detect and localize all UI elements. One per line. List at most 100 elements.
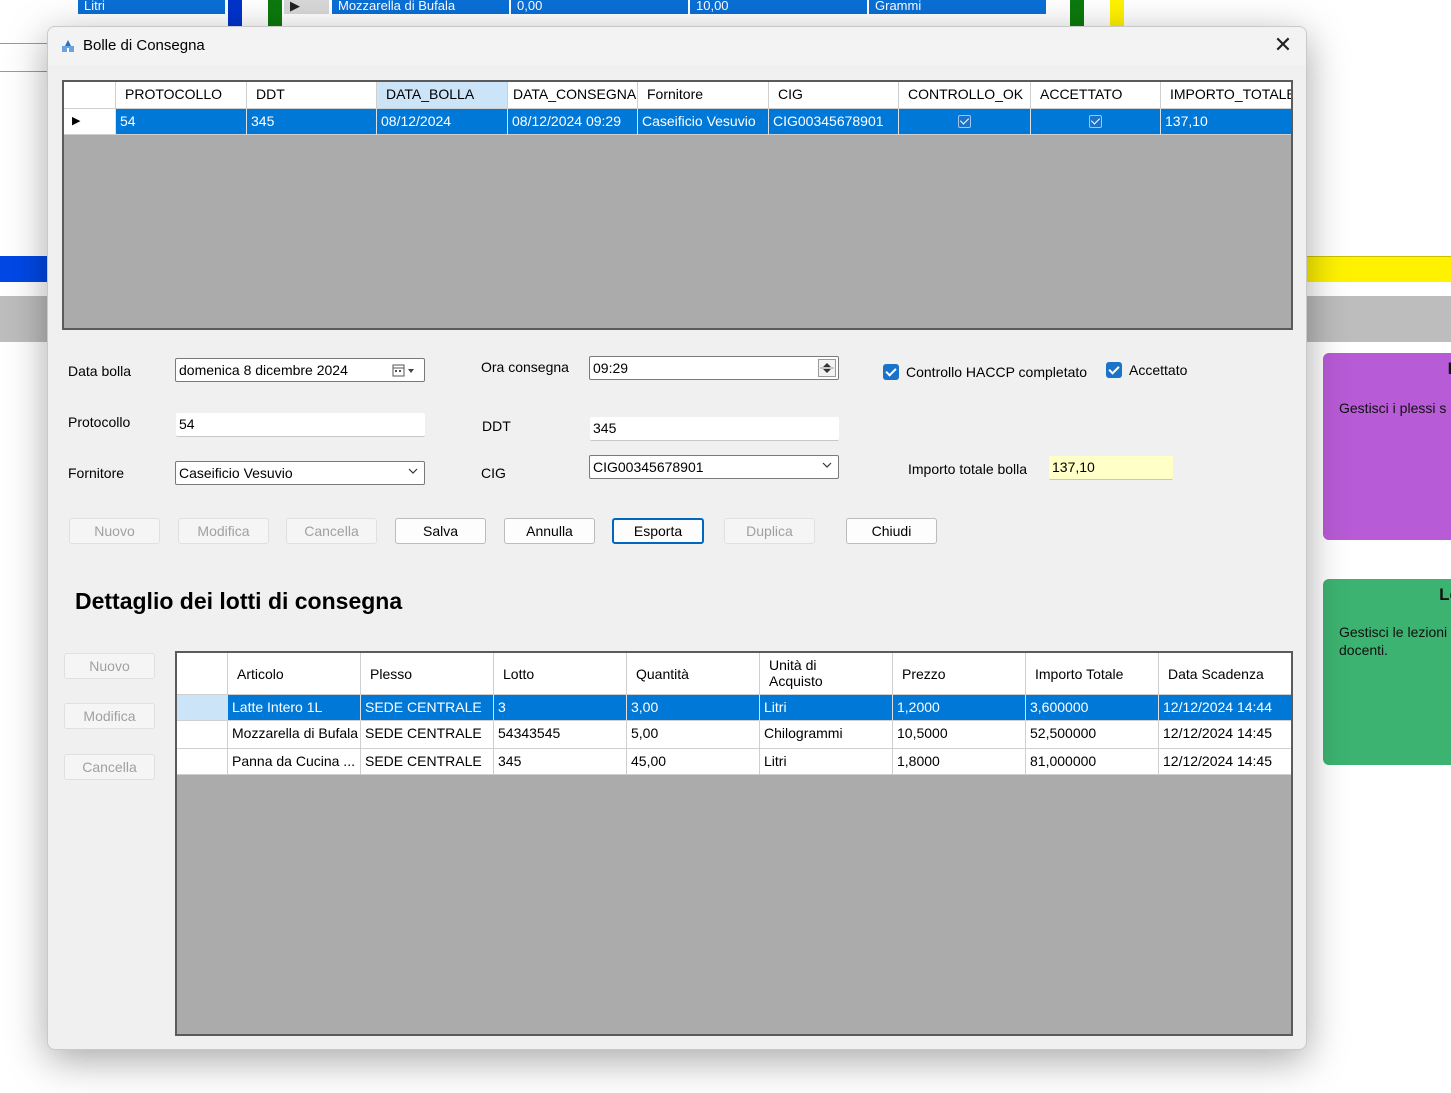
lotto-cancella-button[interactable]: Cancella	[64, 754, 155, 780]
col-header-articolo[interactable]: Articolo	[228, 653, 361, 695]
cell-controllo-ok[interactable]	[899, 109, 1031, 135]
cell-prezzo[interactable]: 1,2000	[893, 695, 1026, 721]
cell-prezzo[interactable]: 10,5000	[893, 721, 1026, 749]
dialog-title: Bolle di Consegna	[83, 37, 205, 54]
cell-fornitore[interactable]: Caseificio Vesuvio	[638, 109, 769, 135]
nuovo-button[interactable]: Nuovo	[69, 518, 160, 544]
cell-importo[interactable]: 81,000000	[1026, 749, 1159, 775]
ora-consegna-input[interactable]: 09:29	[589, 356, 839, 380]
dialog-titlebar[interactable]: Bolle di Consegna ✕	[48, 27, 1306, 65]
col-header-cig[interactable]: CIG	[769, 82, 899, 109]
lotto-modifica-button[interactable]: Modifica	[64, 703, 155, 729]
col-header-data-scadenza[interactable]: Data Scadenza	[1159, 653, 1291, 695]
col-header-unita-acquisto[interactable]: Unità di Acquisto	[760, 653, 893, 695]
row-indicator-icon[interactable]: ▶	[64, 109, 116, 135]
cell-unita[interactable]: Litri	[760, 749, 893, 775]
col-header-ddt[interactable]: DDT	[247, 82, 377, 109]
cell-importo[interactable]: 52,500000	[1026, 721, 1159, 749]
cell-scadenza[interactable]: 12/12/2024 14:45	[1159, 721, 1291, 749]
cell-lotto[interactable]: 345	[494, 749, 627, 775]
cell-lotto[interactable]: 54343545	[494, 721, 627, 749]
cell-plesso[interactable]: SEDE CENTRALE	[361, 695, 494, 721]
cell-articolo[interactable]: Mozzarella di Bufala	[228, 721, 361, 749]
bolle-grid[interactable]: PROTOCOLLO DDT DATA_BOLLA DATA_CONSEGNA …	[62, 80, 1293, 330]
cell-unita[interactable]: Chilogrammi	[760, 721, 893, 749]
cell-plesso[interactable]: SEDE CENTRALE	[361, 749, 494, 775]
cell-protocollo[interactable]: 54	[116, 109, 247, 135]
cell-importo-totale[interactable]: 137,10	[1161, 109, 1291, 135]
col-header-plesso[interactable]: Plesso	[361, 653, 494, 695]
row-header[interactable]	[177, 749, 228, 775]
data-bolla-value: domenica 8 dicembre 2024	[179, 362, 348, 378]
tile-plessi[interactable]: P Gestisci i plessi sc	[1323, 353, 1451, 540]
salva-button[interactable]: Salva	[395, 518, 486, 544]
protocollo-label: Protocollo	[68, 414, 131, 430]
time-spinner[interactable]	[818, 359, 836, 377]
cell-accettato[interactable]	[1031, 109, 1161, 135]
haccp-checkbox[interactable]	[883, 364, 899, 380]
accettato-checkbox[interactable]	[1106, 362, 1122, 378]
fornitore-value: Caseificio Vesuvio	[179, 465, 293, 481]
lotti-grid[interactable]: Articolo Plesso Lotto Quantità Unità di …	[175, 651, 1293, 1036]
checkbox-checked-icon[interactable]	[1089, 115, 1102, 128]
row-header[interactable]	[177, 721, 228, 749]
protocollo-input[interactable]: 54	[176, 413, 425, 437]
chevron-down-icon[interactable]	[408, 466, 418, 476]
col-header-data-bolla[interactable]: DATA_BOLLA	[377, 82, 508, 109]
annulla-button[interactable]: Annulla	[504, 518, 595, 544]
accettato-label[interactable]: Accettato	[1129, 362, 1187, 378]
tile-lezioni[interactable]: Le Gestisci le lezioni docenti.	[1323, 579, 1451, 765]
chiudi-button[interactable]: Chiudi	[846, 518, 937, 544]
app-icon	[62, 40, 74, 52]
chevron-down-icon[interactable]	[822, 460, 832, 470]
cell-quantita[interactable]: 3,00	[627, 695, 760, 721]
tile-lezioni-title: Le	[1439, 585, 1451, 604]
cell-unita[interactable]: Litri	[760, 695, 893, 721]
cell-plesso[interactable]: SEDE CENTRALE	[361, 721, 494, 749]
bg-blue-band	[0, 256, 47, 282]
data-bolla-picker[interactable]: domenica 8 dicembre 2024	[175, 358, 425, 382]
col-header-fornitore[interactable]: Fornitore	[638, 82, 769, 109]
spinner-updown-icon[interactable]	[819, 360, 835, 376]
cell-articolo[interactable]: Panna da Cucina ...	[228, 749, 361, 775]
col-header-quantita[interactable]: Quantità	[627, 653, 760, 695]
modifica-button[interactable]: Modifica	[178, 518, 269, 544]
lotto-nuovo-button[interactable]: Nuovo	[64, 653, 155, 679]
cell-importo[interactable]: 3,600000	[1026, 695, 1159, 721]
importo-totale-input[interactable]: 137,10	[1049, 456, 1173, 480]
cig-select[interactable]: CIG00345678901	[589, 455, 839, 479]
cell-prezzo[interactable]: 1,8000	[893, 749, 1026, 775]
ddt-input[interactable]: 345	[590, 417, 839, 441]
close-button[interactable]: ✕	[1260, 27, 1306, 65]
cell-quantita[interactable]: 5,00	[627, 721, 760, 749]
cell-scadenza[interactable]: 12/12/2024 14:44	[1159, 695, 1291, 721]
cell-ddt[interactable]: 345	[247, 109, 377, 135]
cell-articolo[interactable]: Latte Intero 1L	[228, 695, 361, 721]
cell-data-consegna[interactable]: 08/12/2024 09:29	[508, 109, 638, 135]
col-header-prezzo[interactable]: Prezzo	[893, 653, 1026, 695]
calendar-dropdown-icon[interactable]	[392, 364, 418, 378]
cig-label: CIG	[481, 465, 506, 481]
cell-lotto[interactable]: 3	[494, 695, 627, 721]
cell-quantita[interactable]: 45,00	[627, 749, 760, 775]
col-header-importo-totale[interactable]: IMPORTO_TOTALE	[1161, 82, 1291, 109]
row-header[interactable]	[177, 695, 228, 721]
col-header-accettato[interactable]: ACCETTATO	[1031, 82, 1161, 109]
col-header-protocollo[interactable]: PROTOCOLLO	[116, 82, 247, 109]
duplica-button[interactable]: Duplica	[724, 518, 815, 544]
col-header-importo-totale[interactable]: Importo Totale	[1026, 653, 1159, 695]
bg-cell: Mozzarella di Bufala	[332, 0, 510, 14]
col-header-data-consegna[interactable]: DATA_CONSEGNA	[508, 82, 638, 109]
checkbox-checked-icon[interactable]	[958, 115, 971, 128]
cancella-button[interactable]: Cancella	[286, 518, 377, 544]
col-header-lotto[interactable]: Lotto	[494, 653, 627, 695]
cell-scadenza[interactable]: 12/12/2024 14:45	[1159, 749, 1291, 775]
ora-consegna-value: 09:29	[593, 360, 629, 376]
fornitore-select[interactable]: Caseificio Vesuvio	[175, 461, 425, 485]
col-header-controllo-ok[interactable]: CONTROLLO_OK	[899, 82, 1031, 109]
cell-cig[interactable]: CIG00345678901	[769, 109, 899, 135]
tile-lezioni-text: Gestisci le lezioni	[1339, 624, 1447, 640]
cell-data-bolla[interactable]: 08/12/2024	[377, 109, 508, 135]
haccp-label[interactable]: Controllo HACCP completato	[906, 364, 1087, 380]
esporta-button[interactable]: Esporta	[612, 518, 704, 544]
